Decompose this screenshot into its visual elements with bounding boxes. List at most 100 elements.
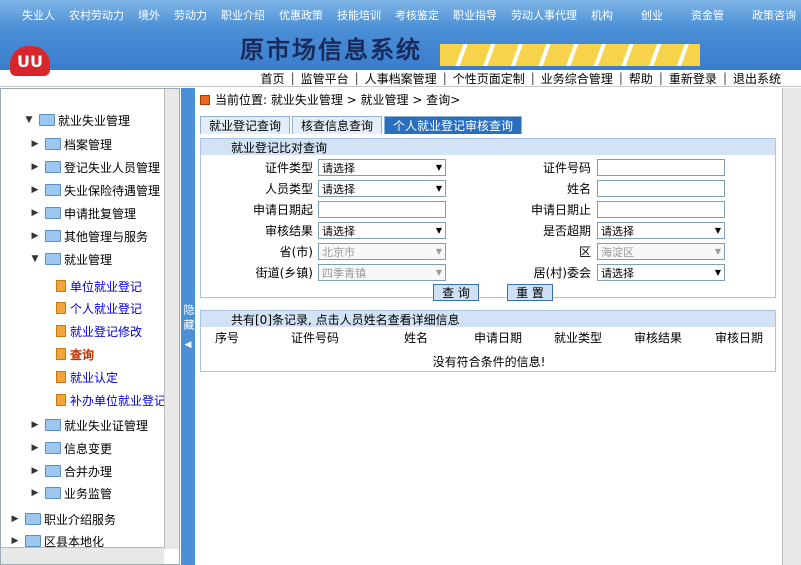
sidebar-item-label: 就业认定 <box>70 370 119 385</box>
expand-icon[interactable]: ▶ <box>29 162 41 172</box>
end-date-input[interactable] <box>597 201 725 218</box>
column-header: 审核日期 <box>715 331 764 345</box>
expand-icon[interactable]: ▶ <box>9 536 21 546</box>
top-link[interactable]: 退出系统 <box>733 70 781 87</box>
main-content: 当前位置: 就业失业管理 > 就业管理 > 查询> 就业登记查询 核查信息查询 … <box>195 88 801 565</box>
breadcrumb-text: 当前位置: 就业失业管理 > 就业管理 > 查询> <box>215 93 461 107</box>
top-link[interactable]: 个性页面定制 <box>453 70 525 87</box>
sidebar-tree: ▼ 就业失业管理 ▶ 档案管理 ▶ 登记失业人员管理 ▶ 失业保险待遇管理 ▶ 申请批复管理 ▶ 其他… <box>0 88 180 565</box>
top-nav-item[interactable]: 优惠政策 <box>279 7 323 23</box>
hide-sidebar-label: 隐藏 <box>182 303 195 334</box>
reset-button[interactable]: 重 置 <box>507 284 553 301</box>
top-nav-item[interactable]: 职业介绍 <box>221 7 265 23</box>
sidebar-horizontal-scrollbar[interactable] <box>1 547 164 564</box>
tab-verify-query[interactable]: 核查信息查询 <box>292 116 383 134</box>
top-link[interactable]: 业务综合管理 <box>541 70 613 87</box>
folder-icon <box>45 487 61 499</box>
expand-icon[interactable]: ▶ <box>29 208 41 218</box>
link-separator: | <box>618 71 623 85</box>
expand-icon[interactable]: ▶ <box>29 420 41 430</box>
expand-icon[interactable]: ▶ <box>9 514 21 524</box>
id-type-select[interactable]: 请选择 ▼ <box>318 159 446 176</box>
top-link[interactable]: 重新登录 <box>669 70 717 87</box>
sidebar-item[interactable]: ▼ 就业管理 <box>29 248 112 270</box>
results-header-title: 共有[0]条记录, 点击人员姓名查看详细信息 <box>231 312 460 327</box>
sidebar-item[interactable]: ▶ 职业介绍服务 <box>9 508 116 530</box>
dropdown-arrow-icon: ▼ <box>714 247 721 256</box>
end-date-label: 申请日期止 <box>530 203 591 217</box>
sidebar-item[interactable]: ▶ 合并办理 <box>29 460 112 482</box>
top-link[interactable]: 人事档案管理 <box>365 70 437 87</box>
top-nav-item[interactable]: 考核鉴定 <box>395 7 439 23</box>
sidebar-subitem[interactable]: 补办单位就业登记 <box>56 389 166 411</box>
overdue-label: 是否超期 <box>542 224 591 238</box>
top-nav-item[interactable]: 职业指导 <box>453 7 497 23</box>
top-nav-item[interactable]: 机构 <box>591 7 613 23</box>
audit-result-select[interactable]: 请选择 ▼ <box>318 222 446 239</box>
expand-icon[interactable]: ▶ <box>29 185 41 195</box>
top-nav-item[interactable]: 技能培训 <box>337 7 381 23</box>
committee-select[interactable]: 请选择 ▼ <box>597 264 725 281</box>
sidebar-item[interactable]: ▼ 就业失业管理 <box>23 109 130 131</box>
top-nav-item[interactable]: 劳动力 <box>174 7 207 23</box>
expand-icon[interactable]: ▶ <box>29 466 41 476</box>
query-button[interactable]: 查 询 <box>433 284 479 301</box>
sidebar-item-label: 职业介绍服务 <box>44 512 117 527</box>
top-nav-item[interactable]: 劳动人事代理 <box>511 7 577 23</box>
top-link[interactable]: 首页 <box>261 70 285 87</box>
expand-icon[interactable]: ▶ <box>29 443 41 453</box>
column-header: 审核结果 <box>634 331 683 345</box>
hide-sidebar-toggle[interactable]: 隐藏 ◀ <box>181 88 195 565</box>
tab-bar: 就业登记查询 核查信息查询 个人就业登记审核查询 <box>200 116 524 134</box>
id-number-input[interactable] <box>597 159 725 176</box>
sidebar-item[interactable]: ▶ 信息变更 <box>29 437 112 459</box>
sidebar-item[interactable]: ▶ 申请批复管理 <box>29 202 136 224</box>
top-link[interactable]: 监管平台 <box>301 70 349 87</box>
top-nav-item[interactable]: 境外 <box>138 7 160 23</box>
main-vertical-scrollbar[interactable] <box>782 88 801 565</box>
sidebar-vertical-scrollbar[interactable] <box>164 89 179 549</box>
expand-icon[interactable]: ▶ <box>29 231 41 241</box>
top-link[interactable]: 帮助 <box>629 70 653 87</box>
committee-value: 请选择 <box>601 266 634 280</box>
sidebar-subitem[interactable]: 单位就业登记 <box>56 275 142 297</box>
document-icon <box>56 371 66 383</box>
person-type-select[interactable]: 请选择 ▼ <box>318 180 446 197</box>
top-nav-item[interactable]: 农村劳动力 <box>69 7 124 23</box>
sidebar-item-label: 申请批复管理 <box>64 206 137 221</box>
sidebar-subitem[interactable]: 查询 <box>56 343 94 365</box>
folder-icon <box>45 253 61 265</box>
name-input[interactable] <box>597 180 725 197</box>
sidebar-item-label: 单位就业登记 <box>70 279 143 294</box>
sidebar-subitem[interactable]: 个人就业登记 <box>56 297 142 319</box>
sidebar-item[interactable]: ▶ 其他管理与服务 <box>29 225 148 247</box>
folder-icon <box>25 535 41 547</box>
top-nav-item[interactable]: 政策咨询 <box>752 7 796 23</box>
audit-result-value: 请选择 <box>322 224 355 238</box>
sidebar-item[interactable]: ▶ 登记失业人员管理 <box>29 156 160 178</box>
expand-icon[interactable]: ▶ <box>29 139 41 149</box>
link-separator: | <box>354 71 359 85</box>
sidebar-subitem[interactable]: 就业认定 <box>56 366 118 388</box>
sidebar-item[interactable]: ▶ 失业保险待遇管理 <box>29 179 160 201</box>
link-separator: | <box>530 71 535 85</box>
sidebar-item[interactable]: ▶ 就业失业证管理 <box>29 414 148 436</box>
sidebar-item[interactable]: ▶ 业务监管 <box>29 482 112 504</box>
sidebar-item-label: 失业保险待遇管理 <box>64 183 161 198</box>
expand-icon[interactable]: ▶ <box>29 488 41 498</box>
collapse-icon[interactable]: ▼ <box>23 115 35 125</box>
top-nav-item[interactable]: 资金管 <box>691 7 724 23</box>
sidebar-subitem[interactable]: 就业登记修改 <box>56 320 142 342</box>
top-nav-item[interactable]: 创业 <box>641 7 663 23</box>
top-nav-item[interactable]: 失业人 <box>22 7 55 23</box>
document-icon <box>56 325 66 337</box>
sidebar-item[interactable]: ▶ 档案管理 <box>29 133 112 155</box>
overdue-select[interactable]: 请选择 ▼ <box>597 222 725 239</box>
form-header-title: 就业登记比对查询 <box>231 140 328 155</box>
dropdown-arrow-icon: ▼ <box>435 226 442 235</box>
link-separator: | <box>290 71 295 85</box>
start-date-input[interactable] <box>318 201 446 218</box>
tab-employment-query[interactable]: 就业登记查询 <box>200 116 291 134</box>
collapse-icon[interactable]: ▼ <box>29 254 41 264</box>
tab-personal-audit-query[interactable]: 个人就业登记审核查询 <box>384 116 523 134</box>
